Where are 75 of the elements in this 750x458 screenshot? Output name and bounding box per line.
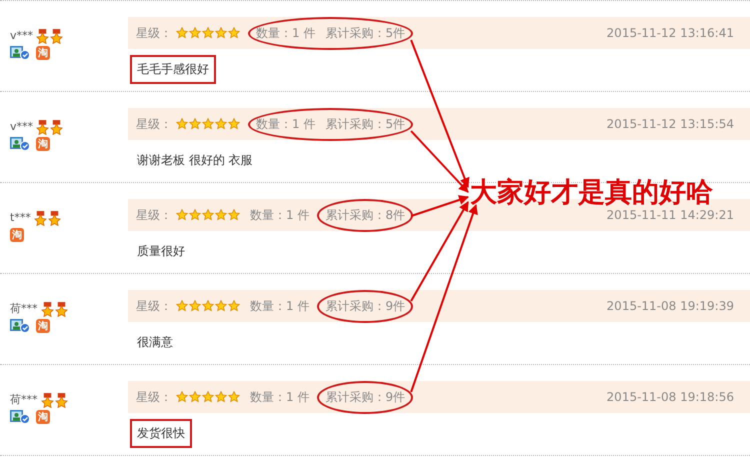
store-badge: 淘 bbox=[36, 410, 50, 424]
username: t*** bbox=[10, 211, 31, 225]
username: 荷*** bbox=[10, 302, 38, 316]
review-date: 2015-11-08 19:18:56 bbox=[606, 390, 734, 404]
review-date: 2015-11-08 19:19:39 bbox=[606, 299, 734, 313]
star-icon bbox=[202, 27, 214, 39]
annotation-text: 大家好才是真的好哈 bbox=[470, 178, 713, 207]
review-comment: 质量很好 bbox=[136, 243, 186, 260]
medal-icon bbox=[36, 120, 50, 135]
total-purchases-text: 累计采购：5件 bbox=[325, 24, 406, 42]
rating-label: 星级： bbox=[136, 24, 172, 42]
quantity-text: 数量：1 件 bbox=[256, 116, 316, 132]
verified-avatar-icon bbox=[10, 319, 30, 333]
star-icon bbox=[215, 27, 227, 39]
star-icon bbox=[202, 209, 214, 221]
review-date: 2015-11-11 14:29:21 bbox=[606, 208, 734, 222]
verified-avatar-icon bbox=[10, 137, 30, 151]
medal-icon bbox=[34, 211, 47, 226]
star-icon bbox=[228, 118, 240, 130]
star-icon bbox=[202, 391, 214, 403]
medal-icon bbox=[48, 211, 61, 226]
review-comment: 发货很快 bbox=[130, 419, 192, 448]
star-icon bbox=[215, 391, 227, 403]
quantity-text: 数量：1 件 bbox=[256, 24, 316, 42]
medal-icon bbox=[40, 302, 54, 317]
star-icon bbox=[189, 27, 201, 39]
store-badge: 淘 bbox=[36, 137, 50, 151]
star-icon bbox=[176, 118, 188, 130]
rating-label: 星级： bbox=[136, 298, 172, 314]
medal-icon bbox=[54, 302, 68, 317]
review-date: 2015-11-12 13:16:41 bbox=[606, 26, 734, 40]
store-badge: 淘 bbox=[36, 46, 50, 60]
username: v*** bbox=[10, 120, 34, 134]
username: 荷*** bbox=[10, 393, 38, 407]
star-icon bbox=[189, 209, 201, 221]
star-icon bbox=[202, 300, 214, 312]
store-badge: 淘 bbox=[36, 319, 50, 333]
star-icon bbox=[228, 391, 240, 403]
medal-icon bbox=[50, 120, 64, 135]
review-date: 2015-11-12 13:15:54 bbox=[606, 117, 734, 131]
star-icon bbox=[176, 391, 188, 403]
review-comment: 毛毛手感很好 bbox=[130, 55, 216, 84]
quantity-text: 数量：1 件 bbox=[250, 390, 310, 404]
star-icon bbox=[176, 27, 188, 39]
star-icon bbox=[215, 209, 227, 221]
star-icon bbox=[189, 300, 201, 312]
verified-avatar-icon bbox=[10, 46, 30, 60]
medal-icon bbox=[40, 393, 54, 408]
star-icon bbox=[215, 118, 227, 130]
total-purchases-text: 累计采购：8件 bbox=[325, 206, 406, 224]
star-icon bbox=[228, 209, 240, 221]
verified-avatar-icon bbox=[10, 410, 30, 424]
quantity-text: 数量：1 件 bbox=[250, 298, 310, 312]
review-comment: 很满意 bbox=[136, 334, 174, 351]
star-icon bbox=[176, 209, 188, 221]
total-purchases-text: 累计采购：5件 bbox=[325, 116, 406, 132]
star-icon bbox=[189, 391, 201, 403]
star-icon bbox=[202, 118, 214, 130]
total-purchases-text: 累计采购：9件 bbox=[325, 388, 406, 406]
medal-icon bbox=[50, 29, 64, 44]
store-badge: 淘 bbox=[10, 228, 24, 242]
star-icon bbox=[215, 300, 227, 312]
rating-label: 星级： bbox=[136, 116, 172, 132]
total-purchases-text: 累计采购：9件 bbox=[325, 298, 406, 314]
star-icon bbox=[176, 300, 188, 312]
username: v*** bbox=[10, 29, 34, 43]
review-comment: 谢谢老板 很好的 衣服 bbox=[136, 152, 254, 169]
quantity-text: 数量：1 件 bbox=[250, 208, 310, 222]
star-icon bbox=[228, 300, 240, 312]
star-icon bbox=[189, 118, 201, 130]
medal-icon bbox=[54, 393, 68, 408]
medal-icon bbox=[36, 29, 50, 44]
rating-label: 星级： bbox=[136, 206, 172, 224]
star-icon bbox=[228, 27, 240, 39]
rating-label: 星级： bbox=[136, 388, 172, 406]
